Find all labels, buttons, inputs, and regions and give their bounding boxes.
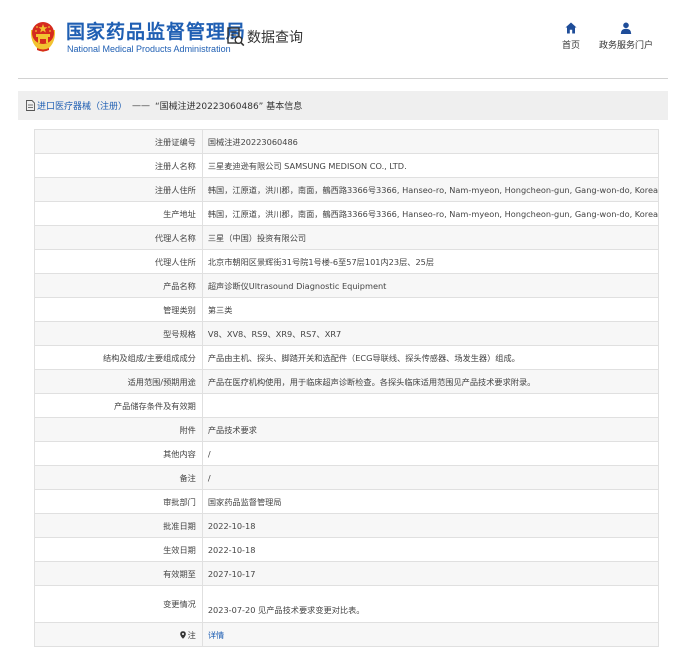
nav-home-label[interactable]: 首页: [556, 38, 586, 51]
table-row: 有效期至 2027-10-17: [34, 561, 660, 586]
field-label: 产品储存条件及有效期: [34, 393, 203, 418]
field-value: /: [201, 465, 660, 490]
table-row: 代理人名称 三星（中国）投资有限公司: [34, 225, 660, 250]
field-label: 有效期至: [34, 561, 203, 586]
table-row: 结构及组成/主要组成成分 产品由主机、探头、脚踏开关和选配件（ECG导联线、探头…: [34, 345, 660, 370]
data-query-heading: 数据查询: [227, 27, 303, 47]
field-label: 管理类别: [34, 297, 203, 322]
field-value: 第三类: [201, 297, 660, 322]
nav-service-portal-label[interactable]: 政务服务门户: [598, 38, 654, 51]
national-emblem-icon: [30, 22, 56, 52]
nav-service-portal[interactable]: 政务服务门户: [598, 22, 654, 51]
field-value: 国家药品监督管理局: [201, 489, 660, 514]
field-value: 2022-10-18: [201, 537, 660, 562]
field-value: 超声诊断仪Ultrasound Diagnostic Equipment: [201, 273, 660, 298]
field-label: 其他内容: [34, 441, 203, 466]
table-row: 生效日期 2022-10-18: [34, 537, 660, 562]
field-value: 2023-07-20 见产品技术要求变更对比表。: [201, 585, 660, 623]
field-label: 注册证编号: [34, 129, 203, 154]
table-row: 适用范围/预期用途 产品在医疗机构使用，用于临床超声诊断检查。各探头临床适用范围…: [34, 369, 660, 394]
table-row: 其他内容 /: [34, 441, 660, 466]
field-label: 变更情况: [34, 585, 203, 623]
table-row: 管理类别 第三类: [34, 297, 660, 322]
user-icon: [620, 22, 632, 34]
field-value: [201, 393, 660, 418]
nav-home[interactable]: 首页: [556, 22, 586, 51]
table-row: 审批部门 国家药品监督管理局: [34, 489, 660, 514]
note-label-cell: 注: [34, 622, 203, 647]
document-icon: [26, 100, 35, 111]
field-value: 三星（中国）投资有限公司: [201, 225, 660, 250]
field-value: 2022-10-18: [201, 513, 660, 538]
field-label: 注册人名称: [34, 153, 203, 178]
field-value: 产品由主机、探头、脚踏开关和选配件（ECG导联线、探头传感器、场发生器）组成。: [201, 345, 660, 370]
table-row: 批准日期 2022-10-18: [34, 513, 660, 538]
location-pin-icon: [179, 630, 186, 639]
field-value: 韩国，江原道，洪川郡，南面，鶴西路3366号3366, Hanseo-ro, N…: [201, 201, 660, 226]
table-row: 注 详情: [34, 622, 660, 647]
field-label: 审批部门: [34, 489, 203, 514]
data-query-label: 数据查询: [247, 30, 303, 46]
breadcrumb-separator: ——: [132, 100, 151, 111]
table-row: 代理人住所 北京市朝阳区景辉街31号院1号楼-6至57层101内23层、25层: [34, 249, 660, 274]
table-row: 生产地址 韩国，江原道，洪川郡，南面，鶴西路3366号3366, Hanseo-…: [34, 201, 660, 226]
table-row: 注册人名称 三星麦迪逊有限公司 SAMSUNG MEDISON CO., LTD…: [34, 153, 660, 178]
table-row: 附件 产品技术要求: [34, 417, 660, 442]
site-logo-title[interactable]: 国家药品监督管理局: [66, 17, 246, 44]
breadcrumb-category-link[interactable]: 进口医疗器械（注册）: [37, 99, 127, 112]
field-value: 韩国，江原道，洪川郡，南面，鶴西路3366号3366, Hanseo-ro, N…: [201, 177, 660, 202]
field-label: 生产地址: [34, 201, 203, 226]
table-row: 产品名称 超声诊断仪Ultrasound Diagnostic Equipmen…: [34, 273, 660, 298]
table-row: 变更情况 2023-07-20 见产品技术要求变更对比表。: [34, 585, 660, 623]
table-row: 注册证编号 国械注进20223060486: [34, 129, 660, 154]
note-label: 注: [179, 629, 196, 641]
table-row: 型号规格 V8、XV8、RS9、XR9、RS7、XR7: [34, 321, 660, 346]
field-label: 备注: [34, 465, 203, 490]
field-label: 产品名称: [34, 273, 203, 298]
field-label: 生效日期: [34, 537, 203, 562]
field-value: V8、XV8、RS9、XR9、RS7、XR7: [201, 321, 660, 346]
field-value: 产品在医疗机构使用，用于临床超声诊断检查。各探头临床适用范围见产品技术要求附录。: [201, 369, 660, 394]
field-label: 结构及组成/主要组成成分: [34, 345, 203, 370]
field-value: 2027-10-17: [201, 561, 660, 586]
document-search-icon: [227, 27, 245, 47]
field-value: 产品技术要求: [201, 417, 660, 442]
field-label: 代理人名称: [34, 225, 203, 250]
field-value: /: [201, 441, 660, 466]
field-label: 型号规格: [34, 321, 203, 346]
table-row: 产品储存条件及有效期: [34, 393, 660, 418]
home-icon: [565, 22, 577, 34]
breadcrumb: 进口医疗器械（注册） —— “国械注进20223060486” 基本信息: [18, 91, 668, 120]
site-logo-subtitle[interactable]: National Medical Products Administration: [67, 44, 231, 54]
table-row: 注册人住所 韩国，江原道，洪川郡，南面，鶴西路3366号3366, Hanseo…: [34, 177, 660, 202]
note-label-text: 注: [187, 629, 196, 640]
breadcrumb-current: “国械注进20223060486” 基本信息: [155, 102, 303, 112]
field-value: 三星麦迪逊有限公司 SAMSUNG MEDISON CO., LTD.: [201, 153, 660, 178]
header-divider: [18, 78, 668, 79]
field-value: 国械注进20223060486: [201, 129, 660, 154]
field-label: 附件: [34, 417, 203, 442]
field-value: 北京市朝阳区景辉街31号院1号楼-6至57层101内23层、25层: [201, 249, 660, 274]
field-label: 注册人住所: [34, 177, 203, 202]
details-link[interactable]: 详情: [208, 630, 224, 640]
field-label: 适用范围/预期用途: [34, 369, 203, 394]
table-row: 备注 /: [34, 465, 660, 490]
field-label: 代理人住所: [34, 249, 203, 274]
field-label: 批准日期: [34, 513, 203, 538]
field-value: 详情: [201, 622, 660, 647]
site-header: 国家药品监督管理局 National Medical Products Admi…: [0, 0, 674, 78]
registration-detail-table: 注册证编号 国械注进20223060486 注册人名称 三星麦迪逊有限公司 SA…: [34, 129, 660, 647]
